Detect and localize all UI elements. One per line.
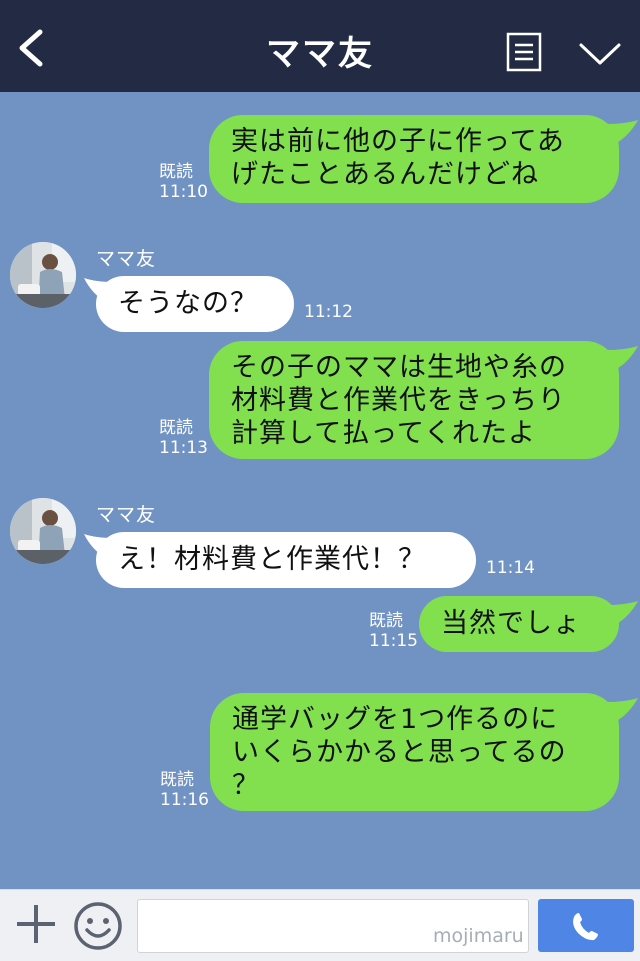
read-status: 既読 11:10	[159, 162, 208, 202]
message-bubble[interactable]: 実は前に他の子に作ってあ げたことあるんだけどね	[209, 115, 619, 203]
message-bubble[interactable]: そうなの？	[96, 276, 294, 332]
chat-area[interactable]: 既読 11:10 実は前に他の子に作ってあ げたことあるんだけどね ママ友 そう…	[0, 92, 640, 889]
message-time: 11:12	[304, 302, 353, 322]
sender-name: ママ友	[96, 504, 157, 526]
bubble-tail	[607, 120, 638, 144]
bubble-tail	[607, 346, 638, 370]
chat-header: ママ友	[0, 0, 640, 92]
avatar-photo-icon	[10, 242, 76, 308]
message-bubble[interactable]: その子のママは生地や糸の 材料費と作業代をきっちり 計算して払ってくれたよ	[209, 341, 619, 459]
message-time: 11:14	[486, 558, 535, 578]
avatar[interactable]	[10, 242, 76, 308]
chat-title: ママ友	[266, 34, 374, 74]
read-status: 既読 11:15	[369, 611, 418, 651]
read-status: 既読 11:13	[159, 418, 208, 458]
avatar[interactable]	[10, 498, 76, 564]
input-bar	[0, 889, 640, 961]
call-button[interactable]	[538, 899, 634, 952]
bubble-tail	[607, 601, 638, 625]
emoji-icon[interactable]	[72, 900, 124, 952]
notes-menu-icon[interactable]	[506, 32, 542, 72]
phone-icon	[573, 913, 598, 941]
plus-icon[interactable]	[14, 902, 58, 946]
avatar-photo-icon	[10, 498, 76, 564]
watermark: mojimaru	[433, 925, 524, 947]
message-bubble[interactable]: え！材料費と作業代！？	[96, 532, 476, 588]
read-status: 既読 11:16	[160, 770, 209, 810]
message-bubble[interactable]: 通学バッグを1つ作るのに いくらかかると思ってるの ？	[210, 693, 619, 811]
bubble-tail	[607, 698, 638, 722]
sender-name: ママ友	[96, 248, 157, 270]
message-bubble[interactable]: 当然でしょ	[419, 596, 619, 652]
chevron-down-icon[interactable]	[578, 40, 622, 68]
